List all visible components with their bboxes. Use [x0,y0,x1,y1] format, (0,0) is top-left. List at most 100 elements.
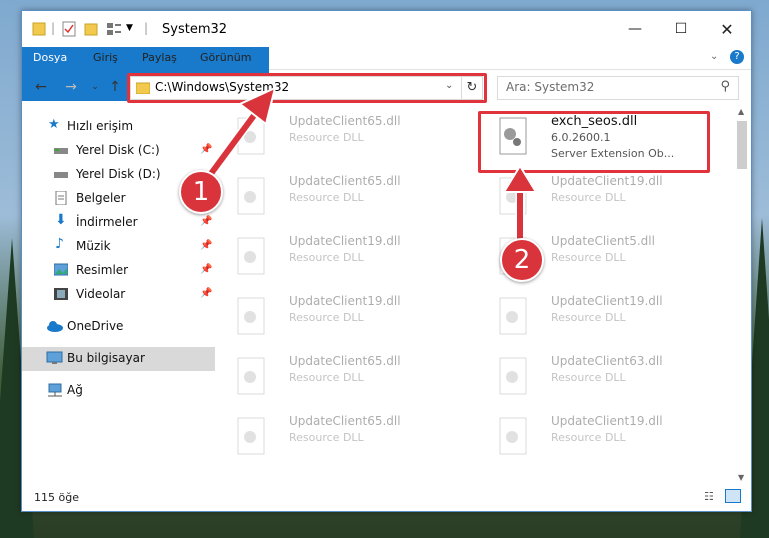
details-view-icon[interactable]: ☷ [704,490,714,503]
file-name: UpdateClient5.dll [551,234,655,248]
dll-file-icon [237,237,265,275]
scroll-up-icon[interactable]: ▲ [738,107,744,116]
document-icon [55,191,67,205]
sidebar-item-music[interactable]: ♪ Müzik 📌 [22,235,215,259]
file-name: UpdateClient65.dll [289,414,401,428]
file-name: UpdateClient65.dll [289,354,401,368]
view-options-icon[interactable] [106,21,124,37]
file-name: UpdateClient19.dll [551,294,663,308]
recent-locations-button[interactable]: ⌄ [86,78,104,96]
pin-icon[interactable]: 📌 [200,240,212,251]
file-description: Resource DLL [289,431,364,444]
file-description: Resource DLL [551,431,626,444]
search-box[interactable]: Ara: System32 ⚲ [497,76,739,100]
properties-icon[interactable] [62,21,76,37]
star-icon: ★ [48,117,60,132]
list-item[interactable]: UpdateClient65.dll Resource DLL [222,351,447,405]
arrow-to-address-bar [206,86,277,178]
maximize-button[interactable]: ☐ [658,11,704,47]
forward-button[interactable]: → [62,78,80,96]
title-bar: | ▼ | System32 — ☐ ✕ [22,11,751,47]
file-description: Resource DLL [289,371,364,384]
list-item[interactable]: UpdateClient19.dll Resource DLL [484,291,709,345]
drive-icon [54,172,68,178]
chevron-down-icon[interactable]: ▼ [126,23,133,33]
file-description: Resource DLL [289,131,364,144]
scrollbar-thumb[interactable] [737,121,747,169]
file-name: UpdateClient65.dll [289,114,401,128]
sidebar-item-label: Hızlı erişim [67,119,134,133]
file-name: UpdateClient63.dll [551,354,663,368]
up-button[interactable]: ↑ [106,78,124,96]
sidebar-item-network[interactable]: Ağ [22,379,215,403]
file-description: Resource DLL [551,371,626,384]
sidebar-item-this-pc[interactable]: Bu bilgisayar [22,347,215,371]
list-item[interactable]: UpdateClient19.dll Resource DLL [484,411,709,465]
music-icon: ♪ [55,236,64,252]
sidebar-item-label: İndirmeler [76,215,138,229]
vertical-scrollbar[interactable]: ▲ ▼ [736,107,748,482]
ribbon-tabs: Dosya Giriş Paylaş Görünüm ⌄ ? [22,47,751,101]
sidebar-item-label: Yerel Disk (C:) [76,143,160,157]
file-description: Resource DLL [289,251,364,264]
file-description: Resource DLL [551,251,626,264]
computer-icon [46,351,63,364]
sidebar-item-pictures[interactable]: Resimler 📌 [22,259,215,283]
drive-icon [54,148,68,154]
explorer-window: | ▼ | System32 — ☐ ✕ Dosya Giriş Paylaş … [21,10,752,512]
pin-icon[interactable]: 📌 [200,288,212,299]
sidebar-item-videos[interactable]: Videolar 📌 [22,283,215,307]
file-description: Resource DLL [551,311,626,324]
arrow-to-file [502,164,538,248]
tiles-view-icon[interactable] [725,489,741,503]
file-name: UpdateClient19.dll [289,234,401,248]
tab-view[interactable]: Görünüm [189,47,262,69]
tab-share[interactable]: Paylaş [131,47,188,69]
list-item[interactable]: UpdateClient19.dll Resource DLL [222,231,447,285]
sidebar-item-label: Müzik [76,239,111,253]
network-icon [48,383,62,397]
help-icon[interactable]: ? [730,50,744,64]
dll-file-icon [499,297,527,335]
step-marker-2: 2 [500,238,544,282]
file-description: Resource DLL [289,311,364,324]
tab-home[interactable]: Giriş [82,47,129,69]
window-title: System32 [162,22,228,37]
close-button[interactable]: ✕ [704,11,750,47]
pin-icon[interactable]: 📌 [200,216,212,227]
sidebar-item-label: Belgeler [76,191,126,205]
address-highlight-box [127,73,487,103]
sidebar-item-local-disk-c[interactable]: Yerel Disk (C:) 📌 [22,139,215,163]
list-item[interactable]: UpdateClient63.dll Resource DLL [484,351,709,405]
dll-file-icon [237,177,265,215]
search-input[interactable]: Ara: System32 [506,80,594,94]
sidebar-item-quick-access[interactable]: ★ Hızlı erişim [22,115,215,139]
expand-ribbon-icon[interactable]: ⌄ [710,51,718,62]
sidebar-item-onedrive[interactable]: OneDrive [22,315,215,339]
pin-icon[interactable]: 📌 [200,264,212,275]
dll-file-icon [499,357,527,395]
back-button[interactable]: ← [32,78,50,96]
sidebar-item-label: Yerel Disk (D:) [76,167,161,181]
file-name: UpdateClient19.dll [551,414,663,428]
list-item[interactable]: UpdateClient65.dll Resource DLL [222,411,447,465]
folder-icon [32,22,46,36]
dll-file-icon [237,297,265,335]
minimize-button[interactable]: — [612,11,658,47]
scroll-down-icon[interactable]: ▼ [738,473,744,482]
new-folder-icon[interactable] [84,21,98,37]
sidebar-item-label: Bu bilgisayar [67,351,145,365]
file-description: Resource DLL [289,191,364,204]
dll-file-icon [237,357,265,395]
file-name: UpdateClient19.dll [551,174,663,188]
step-marker-1: 1 [179,170,223,214]
file-name: UpdateClient65.dll [289,174,401,188]
search-icon[interactable]: ⚲ [720,79,730,94]
sidebar-item-downloads[interactable]: ⬇ İndirmeler 📌 [22,211,215,235]
sidebar-item-label: Ağ [67,383,83,397]
file-description: Resource DLL [551,191,626,204]
list-item[interactable]: UpdateClient19.dll Resource DLL [222,291,447,345]
file-name: UpdateClient19.dll [289,294,401,308]
separator: | [51,21,56,35]
pictures-icon [54,263,68,276]
